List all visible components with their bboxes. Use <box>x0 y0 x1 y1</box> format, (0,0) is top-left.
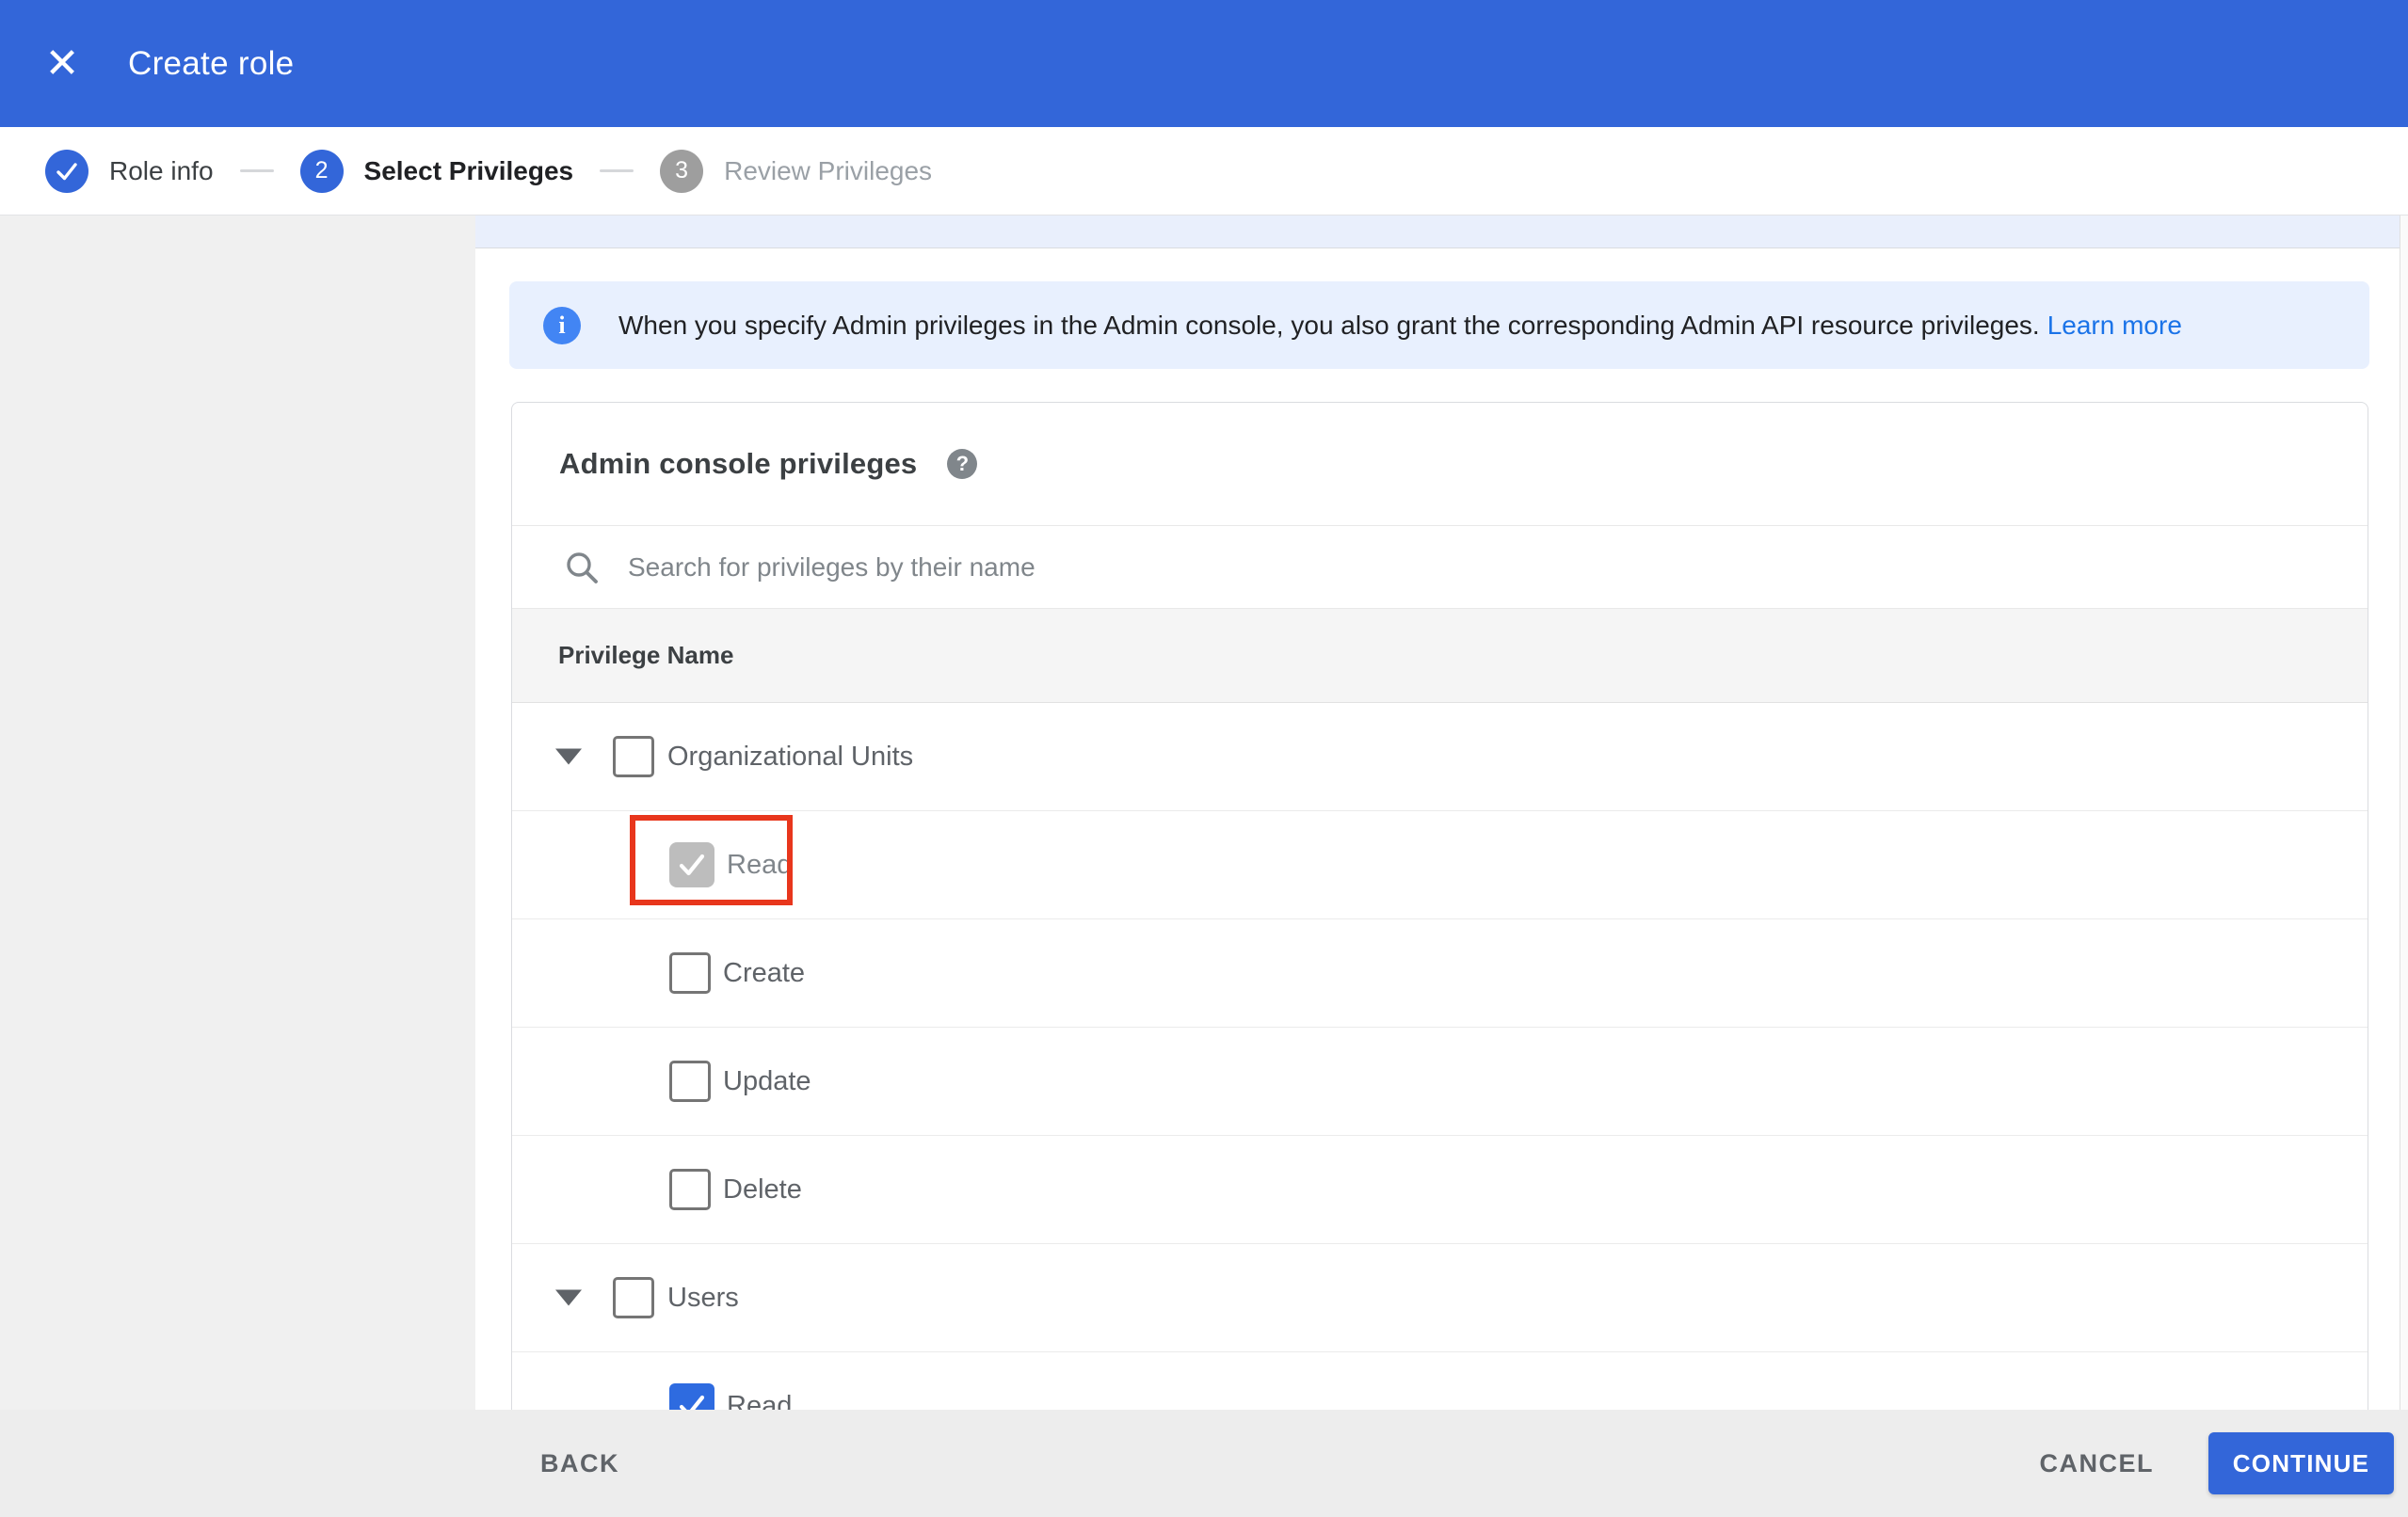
row-label[interactable]: Organizational Units <box>667 742 913 773</box>
checkmark-icon <box>679 854 705 876</box>
privilege-row-delete: Delete <box>512 1136 2368 1244</box>
checkbox-delete[interactable] <box>669 1169 711 1210</box>
row-label[interactable]: Delete <box>723 1174 802 1206</box>
scroll-content: i When you specify Admin privileges in t… <box>475 216 2400 1410</box>
step-label: Review Privileges <box>724 155 933 185</box>
step-check-icon <box>45 149 88 193</box>
step-divider <box>239 169 274 172</box>
collapse-arrow-icon[interactable] <box>555 1289 582 1306</box>
search-icon <box>567 551 598 583</box>
step-label: Select Privileges <box>363 155 574 185</box>
page-title: Create role <box>128 44 295 82</box>
collapse-arrow-icon[interactable] <box>555 748 582 765</box>
checkbox-update[interactable] <box>669 1061 711 1102</box>
privileges-card: Admin console privileges ? Privilege Nam… <box>511 402 2368 1410</box>
scrolled-content-strip <box>475 216 2400 248</box>
cancel-button[interactable]: CANCEL <box>2034 1448 2160 1479</box>
step-divider <box>600 169 634 172</box>
step-number: 3 <box>660 149 704 193</box>
info-banner: i When you specify Admin privileges in t… <box>509 281 2369 369</box>
privilege-row-users: Users <box>512 1244 2368 1352</box>
privilege-row-create: Create <box>512 919 2368 1028</box>
privilege-row-organizational-units: Organizational Units <box>512 703 2368 811</box>
row-label: Read <box>727 849 793 880</box>
banner-text: When you specify Admin privileges in the… <box>618 311 2182 341</box>
privilege-row-read-ou: Read <box>512 811 2368 919</box>
step-select-privileges[interactable]: 2 Select Privileges <box>299 149 574 193</box>
privilege-row-update: Update <box>512 1028 2368 1136</box>
dialog-body: i When you specify Admin privileges in t… <box>0 216 2408 1410</box>
checkbox-organizational-units[interactable] <box>613 736 654 777</box>
table-column-header: Privilege Name <box>512 609 2368 703</box>
back-button[interactable]: BACK <box>535 1448 625 1479</box>
checkmark-icon <box>56 162 77 180</box>
row-label[interactable]: Create <box>723 958 805 989</box>
step-review-privileges: 3 Review Privileges <box>660 149 933 193</box>
checkbox-create[interactable] <box>669 952 711 994</box>
search-input[interactable] <box>626 551 1948 583</box>
row-label[interactable]: Users <box>667 1283 739 1314</box>
privilege-row-read-users: Read <box>512 1352 2368 1410</box>
dialog-footer: BACK CANCEL CONTINUE <box>0 1410 2408 1517</box>
learn-more-link[interactable]: Learn more <box>2047 311 2182 340</box>
checkbox-read-checked <box>669 842 714 887</box>
checkbox-users[interactable] <box>613 1277 654 1318</box>
left-margin-panel <box>0 216 475 1410</box>
dialog-header: ✕ Create role <box>0 0 2408 127</box>
step-number: 2 <box>299 149 344 193</box>
close-icon[interactable]: ✕ <box>34 36 90 92</box>
banner-message: When you specify Admin privileges in the… <box>618 310 2040 340</box>
row-label[interactable]: Read <box>727 1391 792 1411</box>
info-icon: i <box>543 306 581 344</box>
step-role-info[interactable]: Role info <box>45 149 214 193</box>
step-label: Role info <box>109 155 214 185</box>
wizard-stepper: Role info 2 Select Privileges 3 Review P… <box>0 127 2408 216</box>
continue-button[interactable]: CONTINUE <box>2208 1432 2394 1494</box>
checkmark-icon <box>679 1395 705 1410</box>
card-title: Admin console privileges <box>559 447 918 480</box>
help-icon[interactable]: ? <box>947 449 978 479</box>
create-role-dialog: ✕ Create role Role info 2 Select Privile… <box>0 0 2408 1517</box>
privilege-search-row <box>512 526 2368 609</box>
scrollbar-track <box>2400 216 2408 1410</box>
card-header: Admin console privileges ? <box>512 403 2368 526</box>
checkbox-read-users-checked[interactable] <box>669 1383 714 1410</box>
row-label[interactable]: Update <box>723 1066 811 1097</box>
